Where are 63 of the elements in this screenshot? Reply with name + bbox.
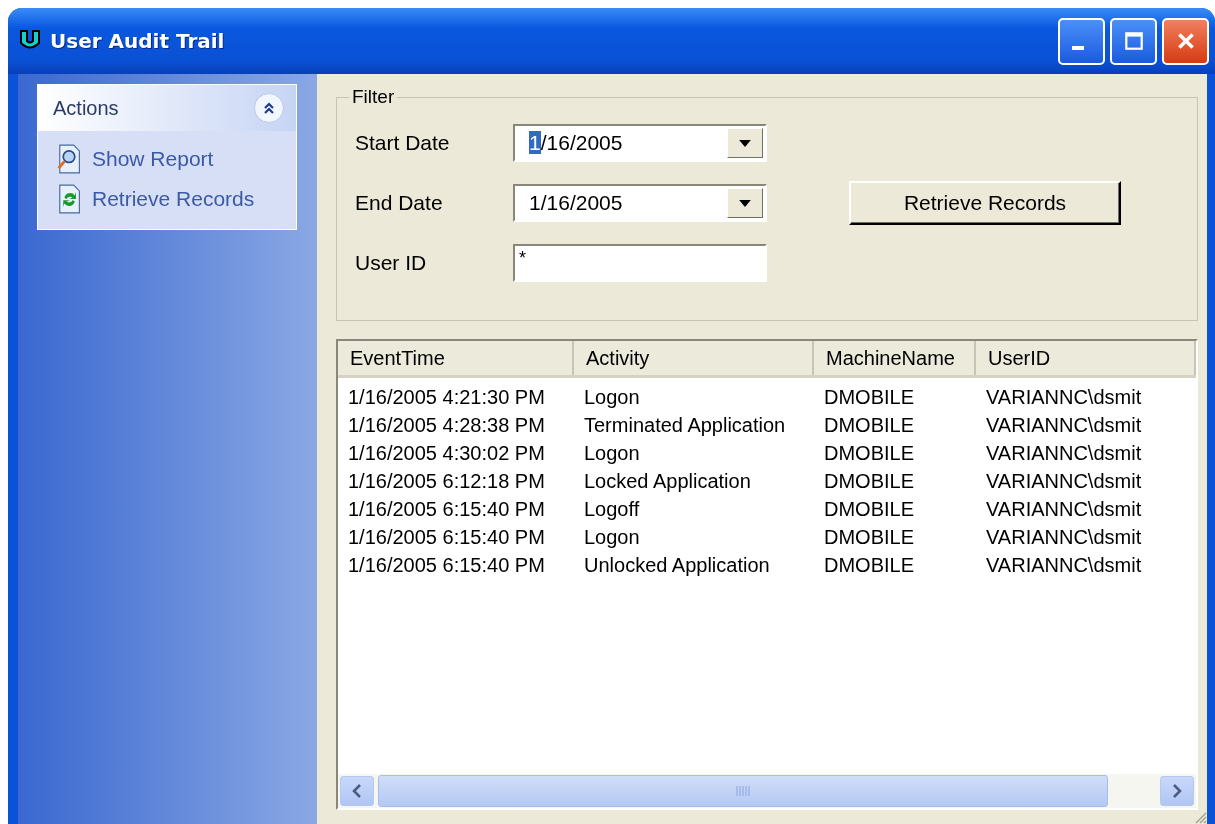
chevron-left-icon <box>352 784 362 798</box>
table-cell: DMOBILE <box>824 498 915 520</box>
table-cell: Logon <box>584 386 640 408</box>
table-cell: VARIANNC\dsmit <box>986 498 1142 520</box>
maximize-button[interactable] <box>1110 17 1157 65</box>
retrieve-records-button[interactable]: Retrieve Records <box>849 181 1121 225</box>
date-picker[interactable]: 1/16/2005 <box>513 124 767 162</box>
column-header[interactable]: EventTime <box>338 341 574 375</box>
table-cell: Terminated Application <box>584 414 786 436</box>
dropdown-button[interactable] <box>727 128 763 158</box>
table-cell: VARIANNC\dsmit <box>986 442 1142 464</box>
refresh-icon <box>56 184 82 214</box>
table-cell: DMOBILE <box>824 554 915 576</box>
table-cell: DMOBILE <box>824 470 915 492</box>
table-cell: VARIANNC\dsmit <box>986 554 1142 576</box>
resize-grip[interactable] <box>1193 810 1207 824</box>
table-cell: VARIANNC\dsmit <box>986 526 1142 548</box>
report-icon <box>56 144 82 174</box>
table-cell: Logon <box>584 526 640 548</box>
table-cell: DMOBILE <box>824 526 915 548</box>
caret-icon <box>739 199 751 207</box>
scroll-left-button[interactable] <box>340 776 374 806</box>
table-cell: Locked Application <box>584 470 751 492</box>
field-label: Start Date <box>355 131 451 155</box>
chevron-right-icon <box>1172 784 1182 798</box>
field-label: User ID <box>355 251 428 275</box>
window-title: User Audit Trail <box>50 29 225 53</box>
user-id-field[interactable]: * <box>513 244 767 282</box>
table-cell: 1/16/2005 6:15:40 PM <box>348 498 545 520</box>
column-header[interactable]: UserID <box>976 341 1196 375</box>
table-cell: 1/16/2005 4:30:02 PM <box>348 442 545 464</box>
scroll-thumb[interactable] <box>378 775 1108 807</box>
scroll-right-button[interactable] <box>1160 776 1194 806</box>
group-title: Filter <box>351 86 396 108</box>
column-header[interactable]: MachineName <box>814 341 976 375</box>
caret-icon <box>739 139 751 147</box>
table-cell: VARIANNC\dsmit <box>986 470 1142 492</box>
table-cell: VARIANNC\dsmit <box>986 414 1142 436</box>
table-cell: VARIANNC\dsmit <box>986 386 1142 408</box>
task-link[interactable]: Show Report <box>56 141 296 177</box>
task-link[interactable]: Retrieve Records <box>56 181 296 217</box>
table-cell: 1/16/2005 6:15:40 PM <box>348 526 545 548</box>
table-cell: 1/16/2005 6:15:40 PM <box>348 554 545 576</box>
table-cell: DMOBILE <box>824 386 915 408</box>
table-cell: 1/16/2005 4:28:38 PM <box>348 414 545 436</box>
column-header[interactable]: Activity <box>574 341 814 375</box>
dropdown-button[interactable] <box>727 188 763 218</box>
horizontal-scrollbar[interactable] <box>338 774 1196 808</box>
collapse-button[interactable] <box>254 93 284 123</box>
table-cell: 1/16/2005 6:12:18 PM <box>348 470 545 492</box>
minimize-icon <box>1071 46 1084 50</box>
minimize-button[interactable] <box>1058 17 1105 65</box>
table-cell: Unlocked Application <box>584 554 770 576</box>
close-button[interactable] <box>1162 17 1209 65</box>
table-cell: DMOBILE <box>824 414 915 436</box>
panel-title: Actions <box>53 96 119 120</box>
table-cell: 1/16/2005 4:21:30 PM <box>348 386 545 408</box>
field-label: End Date <box>355 191 444 215</box>
maximize-icon <box>1122 30 1145 52</box>
table-cell: Logoff <box>584 498 640 520</box>
date-picker[interactable]: 1/16/2005 <box>513 184 767 222</box>
table-cell: DMOBILE <box>824 442 915 464</box>
table-cell: Logon <box>584 442 640 464</box>
